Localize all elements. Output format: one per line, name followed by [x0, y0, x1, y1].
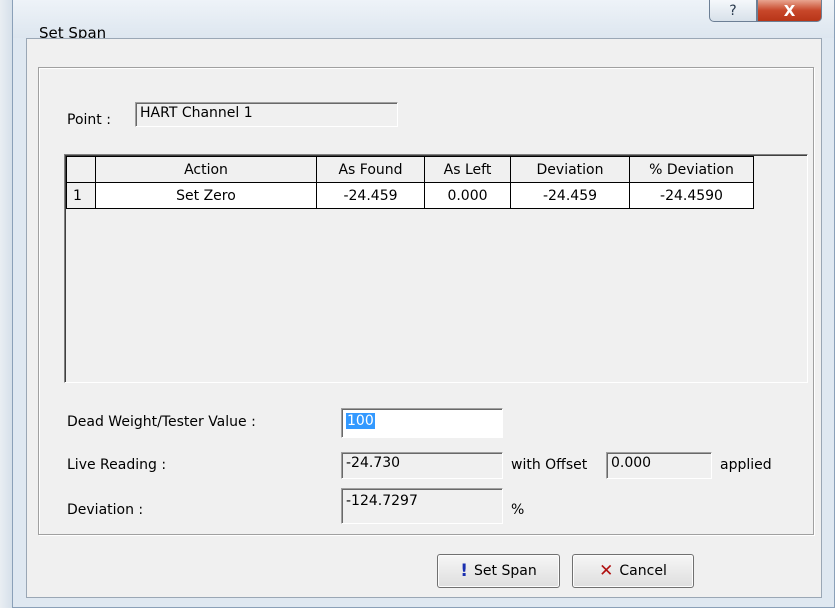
point-field: HART Channel 1	[135, 102, 398, 127]
column-header-rownum[interactable]	[66, 156, 96, 183]
deviation-cell[interactable]: -24.459	[510, 182, 630, 209]
column-header-as-found[interactable]: As Found	[316, 156, 425, 183]
help-button[interactable]: ?	[709, 0, 757, 22]
exclamation-icon: !	[460, 561, 469, 581]
desktop-backdrop	[0, 0, 12, 608]
deviation-label: Deviation :	[67, 502, 144, 518]
as-left-cell[interactable]: 0.000	[424, 182, 511, 209]
column-header-deviation[interactable]: Deviation	[510, 156, 630, 183]
set-span-dialog: Set Span ? X Point : HART Channel 1 Acti…	[12, 0, 835, 608]
as-found-cell[interactable]: -24.459	[316, 182, 425, 209]
set-span-button[interactable]: ! Set Span	[437, 554, 560, 588]
dead-weight-input[interactable]: 100	[341, 408, 503, 438]
row-number-cell[interactable]: 1	[66, 182, 96, 209]
with-offset-label: with Offset	[511, 457, 588, 473]
action-cell[interactable]: Set Zero	[95, 182, 317, 209]
pct-deviation-cell[interactable]: -24.4590	[629, 182, 754, 209]
column-header-pct-deviation[interactable]: % Deviation	[629, 156, 754, 183]
applied-label: applied	[720, 457, 772, 473]
table-row[interactable]: 1 Set Zero -24.459 0.000 -24.459 -24.459…	[66, 182, 754, 209]
close-button[interactable]: X	[757, 0, 822, 22]
column-header-action[interactable]: Action	[95, 156, 317, 183]
percent-label: %	[511, 502, 525, 518]
close-icon: X	[783, 1, 796, 20]
dead-weight-value: 100	[346, 413, 375, 429]
span-results-grid[interactable]: Action As Found As Left Deviation % Devi…	[64, 154, 808, 383]
column-header-as-left[interactable]: As Left	[424, 156, 511, 183]
cancel-x-icon: ✕	[599, 561, 614, 581]
cancel-button[interactable]: ✕ Cancel	[572, 554, 694, 588]
dead-weight-label: Dead Weight/Tester Value :	[67, 414, 256, 430]
live-reading-label: Live Reading :	[67, 457, 167, 473]
dialog-client-area: Point : HART Channel 1 Action As Found A…	[26, 38, 822, 598]
cancel-label: Cancel	[619, 563, 667, 579]
set-span-label: Set Span	[474, 563, 537, 579]
table-header-row: Action As Found As Left Deviation % Devi…	[66, 156, 754, 183]
live-reading-field: -24.730	[341, 452, 503, 479]
deviation-field: -124.7297	[341, 488, 503, 524]
point-label: Point :	[67, 112, 111, 128]
span-results-table: Action As Found As Left Deviation % Devi…	[66, 156, 754, 209]
offset-field: 0.000	[606, 452, 712, 479]
help-icon: ?	[729, 2, 737, 19]
title-bar[interactable]: Set Span ? X	[13, 0, 834, 41]
